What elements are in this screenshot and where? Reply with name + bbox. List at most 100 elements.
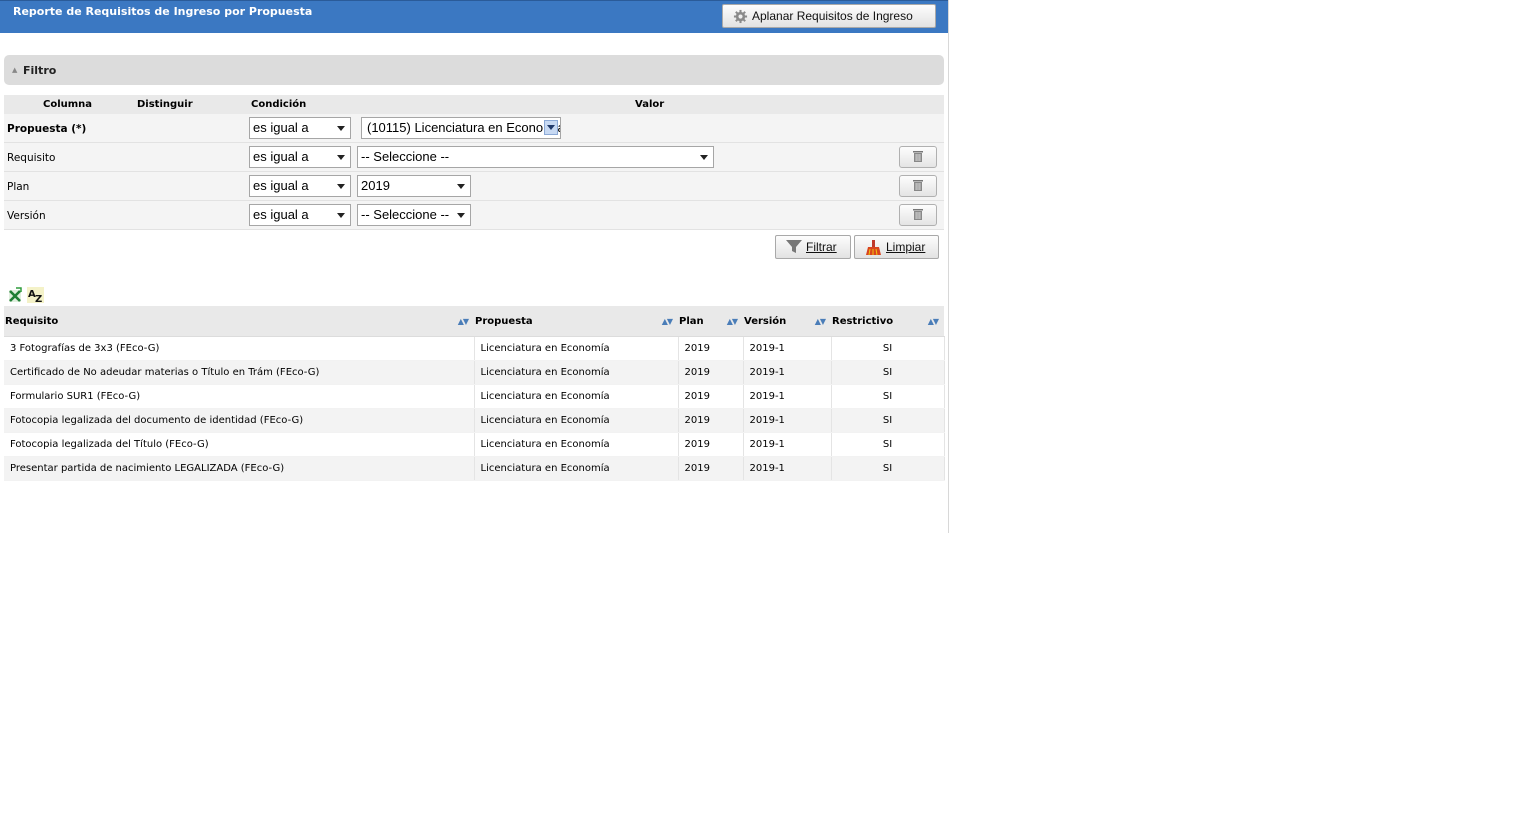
cell-restrictivo: SI [831,360,945,385]
header-plan[interactable]: Plan ▲▼ [678,306,743,337]
plan-condition-select[interactable]: es igual a [249,175,351,197]
limpiar-button[interactable]: Limpiar [854,235,939,259]
table-row: Fotocopia legalizada del Título (FEco-G)… [4,432,945,457]
cell-version: 2019-1 [743,360,832,385]
col-header-columna: Columna [43,99,93,110]
cell-plan: 2019 [678,456,744,481]
filter-label-propuesta: Propuesta (*) [7,123,87,135]
cell-requisito: Certificado de No adeudar materias o Tít… [4,360,475,385]
gear-icon [733,9,748,23]
col-header-valor: Valor [635,99,665,110]
cell-propuesta: Licenciatura en Economía [474,360,679,385]
results-table: Requisito ▲▼ Propuesta ▲▼ Plan ▲▼ Versión ▲▼… [4,306,945,481]
cell-version: 2019-1 [743,432,832,457]
version-condition-select[interactable]: es igual a [249,204,351,226]
chevron-down-icon [700,155,708,160]
header-version[interactable]: Versión ▲▼ [743,306,831,337]
results-header-row: Requisito ▲▼ Propuesta ▲▼ Plan ▲▼ Versión ▲▼… [4,306,944,337]
trash-icon [913,151,923,162]
delete-plan-filter-button[interactable] [899,175,937,197]
cell-version: 2019-1 [743,336,832,361]
cell-propuesta: Licenciatura en Economía [474,336,679,361]
cell-plan: 2019 [678,336,744,361]
chevron-down-icon [457,184,465,189]
cell-requisito: Fotocopia legalizada del Título (FEco-G) [4,432,475,457]
table-row: Fotocopia legalizada del documento de id… [4,408,945,433]
sort-az-icon[interactable]: A Z [27,287,44,303]
col-header-distinguir: Distinguir [137,99,193,110]
filter-label-version: Versión [7,210,46,222]
delete-requisito-filter-button[interactable] [899,146,937,168]
export-excel-icon[interactable] [7,287,23,303]
cell-restrictivo: SI [831,456,945,481]
propuesta-condition-select[interactable]: es igual a [249,117,351,139]
requisito-value: -- Seleccione -- [361,149,450,164]
filter-row-version: Versión es igual a -- Seleccione -- [4,201,944,230]
col-header-condicion: Condición [251,99,307,110]
plan-condition-value: es igual a [253,178,309,193]
plan-value-select[interactable]: 2019 [357,175,471,197]
delete-version-filter-button[interactable] [899,204,937,226]
requisito-condition-value: es igual a [253,149,309,164]
propuesta-value-select[interactable]: (10115) Licenciatura en Economía [361,117,561,139]
propuesta-value: (10115) Licenciatura en Economía [367,120,561,135]
version-value: -- Seleccione -- [361,207,450,222]
header-requisito[interactable]: Requisito ▲▼ [4,306,474,337]
filter-table-header: Columna Distinguir Condición Valor [4,95,944,114]
cell-plan: 2019 [678,384,744,409]
sort-arrows-icon[interactable]: ▲▼ [815,317,826,326]
filtrar-button[interactable]: Filtrar [775,235,851,259]
sort-arrows-icon[interactable]: ▲▼ [928,317,939,326]
cell-requisito: 3 Fotografías de 3x3 (FEco-G) [4,336,475,361]
chevron-down-icon [337,155,345,160]
filter-row-propuesta: Propuesta (*) es igual a (10115) Licenci… [4,114,944,143]
header-propuesta-label: Propuesta [475,315,533,327]
cell-requisito: Presentar partida de nacimiento LEGALIZA… [4,456,475,481]
sort-arrows-icon[interactable]: ▲▼ [662,317,673,326]
cell-plan: 2019 [678,432,744,457]
funnel-icon [786,240,802,253]
collapse-arrow-icon: ▲ [12,66,18,74]
header-propuesta[interactable]: Propuesta ▲▼ [474,306,678,337]
header-version-label: Versión [744,315,787,327]
cell-propuesta: Licenciatura en Economía [474,432,679,457]
filter-panel-toggle[interactable]: ▲ Filtro [4,55,944,85]
cell-restrictivo: SI [831,384,945,409]
header-restrictivo[interactable]: Restrictivo ▲▼ [831,306,944,337]
table-row: Certificado de No adeudar materias o Tít… [4,360,945,385]
cell-requisito: Fotocopia legalizada del documento de id… [4,408,475,433]
table-row: Formulario SUR1 (FEco-G) Licenciatura en… [4,384,945,409]
filter-label-requisito: Requisito [7,152,56,164]
sort-arrows-icon[interactable]: ▲▼ [458,317,469,326]
cell-propuesta: Licenciatura en Economía [474,384,679,409]
cell-propuesta: Licenciatura en Economía [474,408,679,433]
cell-restrictivo: SI [831,432,945,457]
aplanar-requisitos-button[interactable]: Aplanar Requisitos de Ingreso [722,4,936,28]
cell-version: 2019-1 [743,408,832,433]
limpiar-label: Limpiar [886,240,926,254]
cell-propuesta: Licenciatura en Economía [474,456,679,481]
sort-arrows-icon[interactable]: ▲▼ [727,317,738,326]
filtrar-label: Filtrar [806,240,837,254]
propuesta-condition-value: es igual a [253,120,309,135]
table-row: 3 Fotografías de 3x3 (FEco-G) Licenciatu… [4,336,945,361]
filter-row-plan: Plan es igual a 2019 [4,172,944,201]
version-condition-value: es igual a [253,207,309,222]
chevron-down-icon [337,213,345,218]
cell-restrictivo: SI [831,336,945,361]
svg-text:Z: Z [35,294,42,303]
trash-icon [913,209,923,220]
trash-icon [913,180,923,191]
cell-plan: 2019 [678,360,744,385]
chevron-down-icon [457,213,465,218]
version-value-select[interactable]: -- Seleccione -- [357,204,471,226]
requisito-condition-select[interactable]: es igual a [249,146,351,168]
cell-plan: 2019 [678,408,744,433]
filter-row-requisito: Requisito es igual a -- Seleccione -- [4,143,944,172]
filter-table: Columna Distinguir Condición Valor Propu… [4,95,944,230]
cell-requisito: Formulario SUR1 (FEco-G) [4,384,475,409]
page-title: Reporte de Requisitos de Ingreso por Pro… [13,5,313,18]
requisito-value-select[interactable]: -- Seleccione -- [357,146,714,168]
filter-panel-title: Filtro [23,64,57,77]
chevron-down-icon [544,120,558,135]
